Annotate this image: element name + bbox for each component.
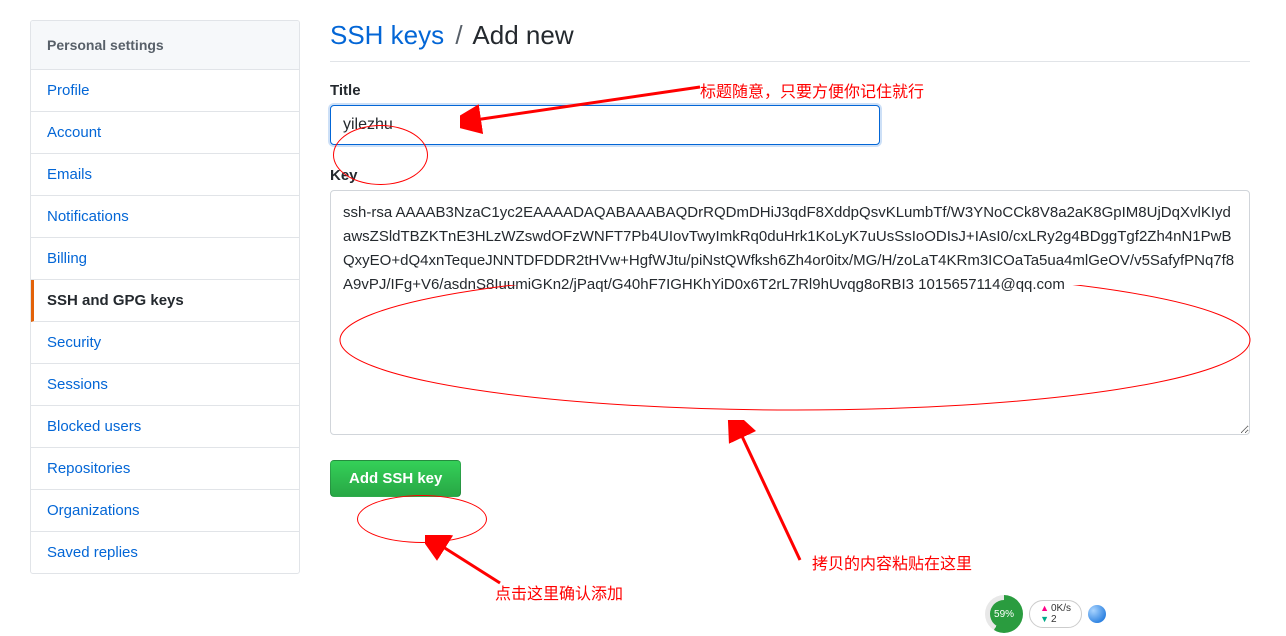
sidebar-item-blocked-users[interactable]: Blocked users [31, 406, 299, 448]
key-label: Key [330, 167, 1250, 184]
sidebar-item-security[interactable]: Security [31, 322, 299, 364]
arrow-up-icon: ▲ [1040, 604, 1049, 614]
sidebar-item-emails[interactable]: Emails [31, 154, 299, 196]
download-speed: 2 [1051, 614, 1057, 625]
breadcrumb-current: Add new [472, 20, 573, 50]
sidebar: Personal settings Profile Account Emails… [30, 20, 300, 574]
page-heading: SSH keys / Add new [330, 20, 1250, 62]
arrow-down-icon: ▼ [1040, 615, 1049, 625]
sidebar-item-saved-replies[interactable]: Saved replies [31, 532, 299, 573]
add-ssh-key-button[interactable]: Add SSH key [330, 460, 461, 497]
orb-icon [1088, 605, 1106, 623]
gauge-value: 59% [990, 600, 1018, 628]
gauge-icon: 59% [985, 595, 1023, 633]
upload-speed: 0K/s [1051, 603, 1071, 614]
sidebar-item-profile[interactable]: Profile [31, 70, 299, 112]
annotation-text-title: 标题随意，只要方便你记住就行 [700, 78, 924, 102]
breadcrumb-parent[interactable]: SSH keys [330, 20, 444, 50]
annotation-text-key: 拷贝的内容粘贴在这里 [812, 550, 972, 574]
main-content: SSH keys / Add new Title Key Add SSH key [330, 20, 1250, 574]
sidebar-item-account[interactable]: Account [31, 112, 299, 154]
speed-readout: ▲0K/s ▼2 [1029, 600, 1082, 628]
sidebar-item-billing[interactable]: Billing [31, 238, 299, 280]
sidebar-header: Personal settings [31, 21, 299, 70]
sidebar-item-sessions[interactable]: Sessions [31, 364, 299, 406]
sidebar-item-repositories[interactable]: Repositories [31, 448, 299, 490]
sidebar-item-ssh-gpg-keys[interactable]: SSH and GPG keys [31, 280, 299, 322]
sidebar-item-notifications[interactable]: Notifications [31, 196, 299, 238]
title-input[interactable] [330, 105, 880, 145]
network-widget: 59% ▲0K/s ▼2 [985, 595, 1106, 633]
sidebar-item-organizations[interactable]: Organizations [31, 490, 299, 532]
breadcrumb-separator: / [455, 20, 462, 50]
annotation-text-button: 点击这里确认添加 [495, 580, 623, 604]
key-textarea[interactable] [330, 190, 1250, 435]
